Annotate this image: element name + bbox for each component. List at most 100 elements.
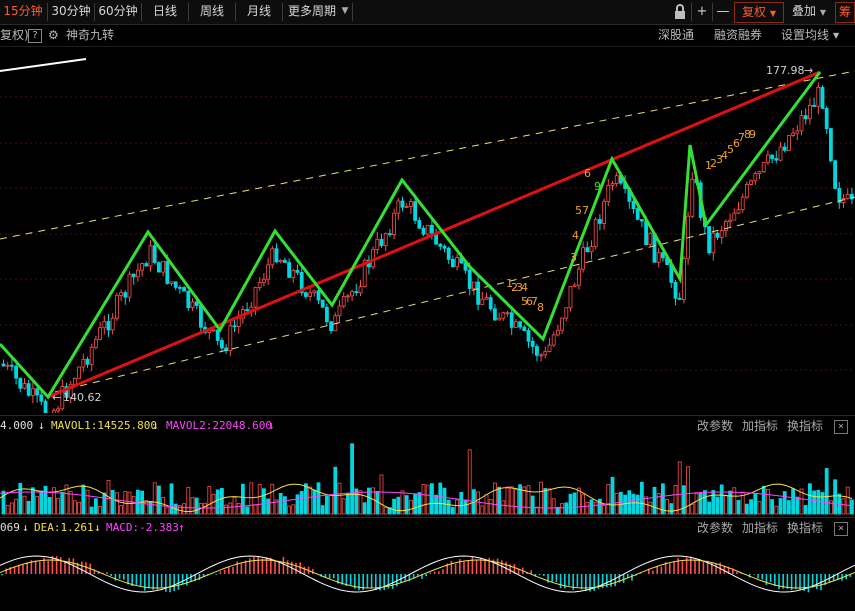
candle-body xyxy=(127,273,132,298)
volume-bar xyxy=(488,498,493,515)
volume-bar xyxy=(408,499,413,515)
divider xyxy=(141,3,142,21)
candle-body xyxy=(535,346,539,356)
volume-bar xyxy=(640,481,644,515)
td-sequential-labels: 9675431234567 812 34 5 67 89 xyxy=(506,128,756,314)
candle-body xyxy=(476,281,481,305)
candle-body xyxy=(522,326,527,331)
chip-distribution-button[interactable]: 筹 xyxy=(835,2,855,23)
tab-weekly[interactable]: 周线 xyxy=(190,2,234,21)
tab-15min[interactable]: 15分钟 xyxy=(0,2,46,21)
candle-body xyxy=(316,290,321,301)
volume-bar xyxy=(203,502,208,515)
candle-body xyxy=(421,227,426,235)
volume-bar xyxy=(682,485,686,515)
indicator-name[interactable]: 神奇九转 xyxy=(66,27,114,44)
volume-bar xyxy=(232,496,237,515)
tab-monthly[interactable]: 月线 xyxy=(237,2,281,21)
lock-icon[interactable] xyxy=(670,2,690,21)
volume-bar xyxy=(98,505,102,515)
chevron-down-icon[interactable]: ▼ xyxy=(833,27,839,44)
candle-body xyxy=(337,305,342,317)
overlay-dropdown[interactable]: 叠加 ▼ xyxy=(786,2,832,21)
candle-body xyxy=(404,206,409,208)
candle-body xyxy=(152,245,157,264)
tab-30min[interactable]: 30分钟 xyxy=(49,2,93,21)
candle-body xyxy=(140,263,145,271)
volume-value: 4.000 xyxy=(0,419,34,432)
candle-body xyxy=(358,286,363,294)
down-arrow-icon: ↓ xyxy=(152,419,159,432)
candle-body xyxy=(539,354,543,357)
volume-bar xyxy=(169,483,174,515)
volume-bar xyxy=(236,502,241,515)
edit-params-button[interactable]: 改参数 xyxy=(697,518,733,538)
volume-bar xyxy=(589,499,594,515)
tab-60min[interactable]: 60分钟 xyxy=(96,2,140,21)
candle-body xyxy=(308,292,313,297)
volume-bar xyxy=(724,494,728,515)
volume-bar xyxy=(186,486,191,515)
volume-bar xyxy=(564,502,569,515)
candle-body xyxy=(551,334,556,346)
tab-more-periods[interactable]: 更多周期 xyxy=(286,2,338,21)
candle-body xyxy=(808,104,812,120)
candle-body xyxy=(156,262,161,273)
close-icon[interactable]: × xyxy=(834,420,848,434)
candle-body xyxy=(350,291,355,297)
volume-bar xyxy=(287,505,292,515)
candle-body xyxy=(803,115,808,120)
volume-bar xyxy=(211,493,216,515)
margin-trading-link[interactable]: 融资融券 xyxy=(714,27,762,44)
volume-bar xyxy=(450,507,455,515)
candle-body xyxy=(413,201,418,221)
candle-body xyxy=(144,263,149,267)
candle-body xyxy=(278,259,283,263)
tab-daily[interactable]: 日线 xyxy=(143,2,187,21)
volume-bar xyxy=(572,492,577,515)
candle-body xyxy=(484,297,489,300)
volume-bar xyxy=(841,498,846,515)
gear-icon[interactable]: ⚙ xyxy=(48,27,59,44)
candle-body xyxy=(56,408,60,412)
candle-body xyxy=(677,297,682,300)
volume-bar xyxy=(715,496,720,515)
volume-bar xyxy=(703,490,707,515)
zoom-out-button[interactable]: — xyxy=(714,2,732,21)
help-icon[interactable]: ? xyxy=(28,29,42,43)
add-indicator-button[interactable]: 加指标 xyxy=(742,518,778,538)
candle-body xyxy=(816,87,821,107)
candle-body xyxy=(602,201,606,224)
ma-settings-link[interactable]: 设置均线 xyxy=(781,27,829,44)
dea-line xyxy=(0,559,855,589)
chevron-down-icon: ▼ xyxy=(819,8,826,17)
candle-body xyxy=(119,292,123,296)
candle-body xyxy=(245,309,250,312)
shengutong-link[interactable]: 深股通 xyxy=(658,27,694,44)
candle-body xyxy=(375,238,380,250)
candle-body xyxy=(740,196,745,211)
volume-bar xyxy=(152,482,157,515)
volume-bar xyxy=(39,490,44,515)
volume-bar xyxy=(631,493,636,515)
volume-bar xyxy=(745,503,749,515)
edit-params-button[interactable]: 改参数 xyxy=(697,416,733,436)
candle-body xyxy=(18,377,23,389)
switch-indicator-button[interactable]: 换指标 xyxy=(787,416,823,436)
volume-bar xyxy=(686,466,690,515)
candle-body xyxy=(598,219,602,224)
volume-bar xyxy=(5,504,10,515)
candle-body xyxy=(371,248,376,268)
close-icon[interactable]: × xyxy=(834,522,848,536)
candlestick-chart[interactable]: 9675431234567 812 34 5 67 89 177.98 → ← 140.6… xyxy=(0,47,855,413)
volume-bar xyxy=(324,495,329,515)
fuquan-dropdown[interactable]: 复权 ▼ xyxy=(734,2,784,23)
candle-body xyxy=(572,284,577,287)
chevron-down-icon[interactable]: ▼ xyxy=(339,2,351,21)
candle-body xyxy=(173,281,178,288)
candle-body xyxy=(791,132,795,136)
zoom-in-button[interactable]: + xyxy=(693,2,711,21)
switch-indicator-button[interactable]: 换指标 xyxy=(787,518,823,538)
add-indicator-button[interactable]: 加指标 xyxy=(742,416,778,436)
volume-bar xyxy=(728,490,732,515)
